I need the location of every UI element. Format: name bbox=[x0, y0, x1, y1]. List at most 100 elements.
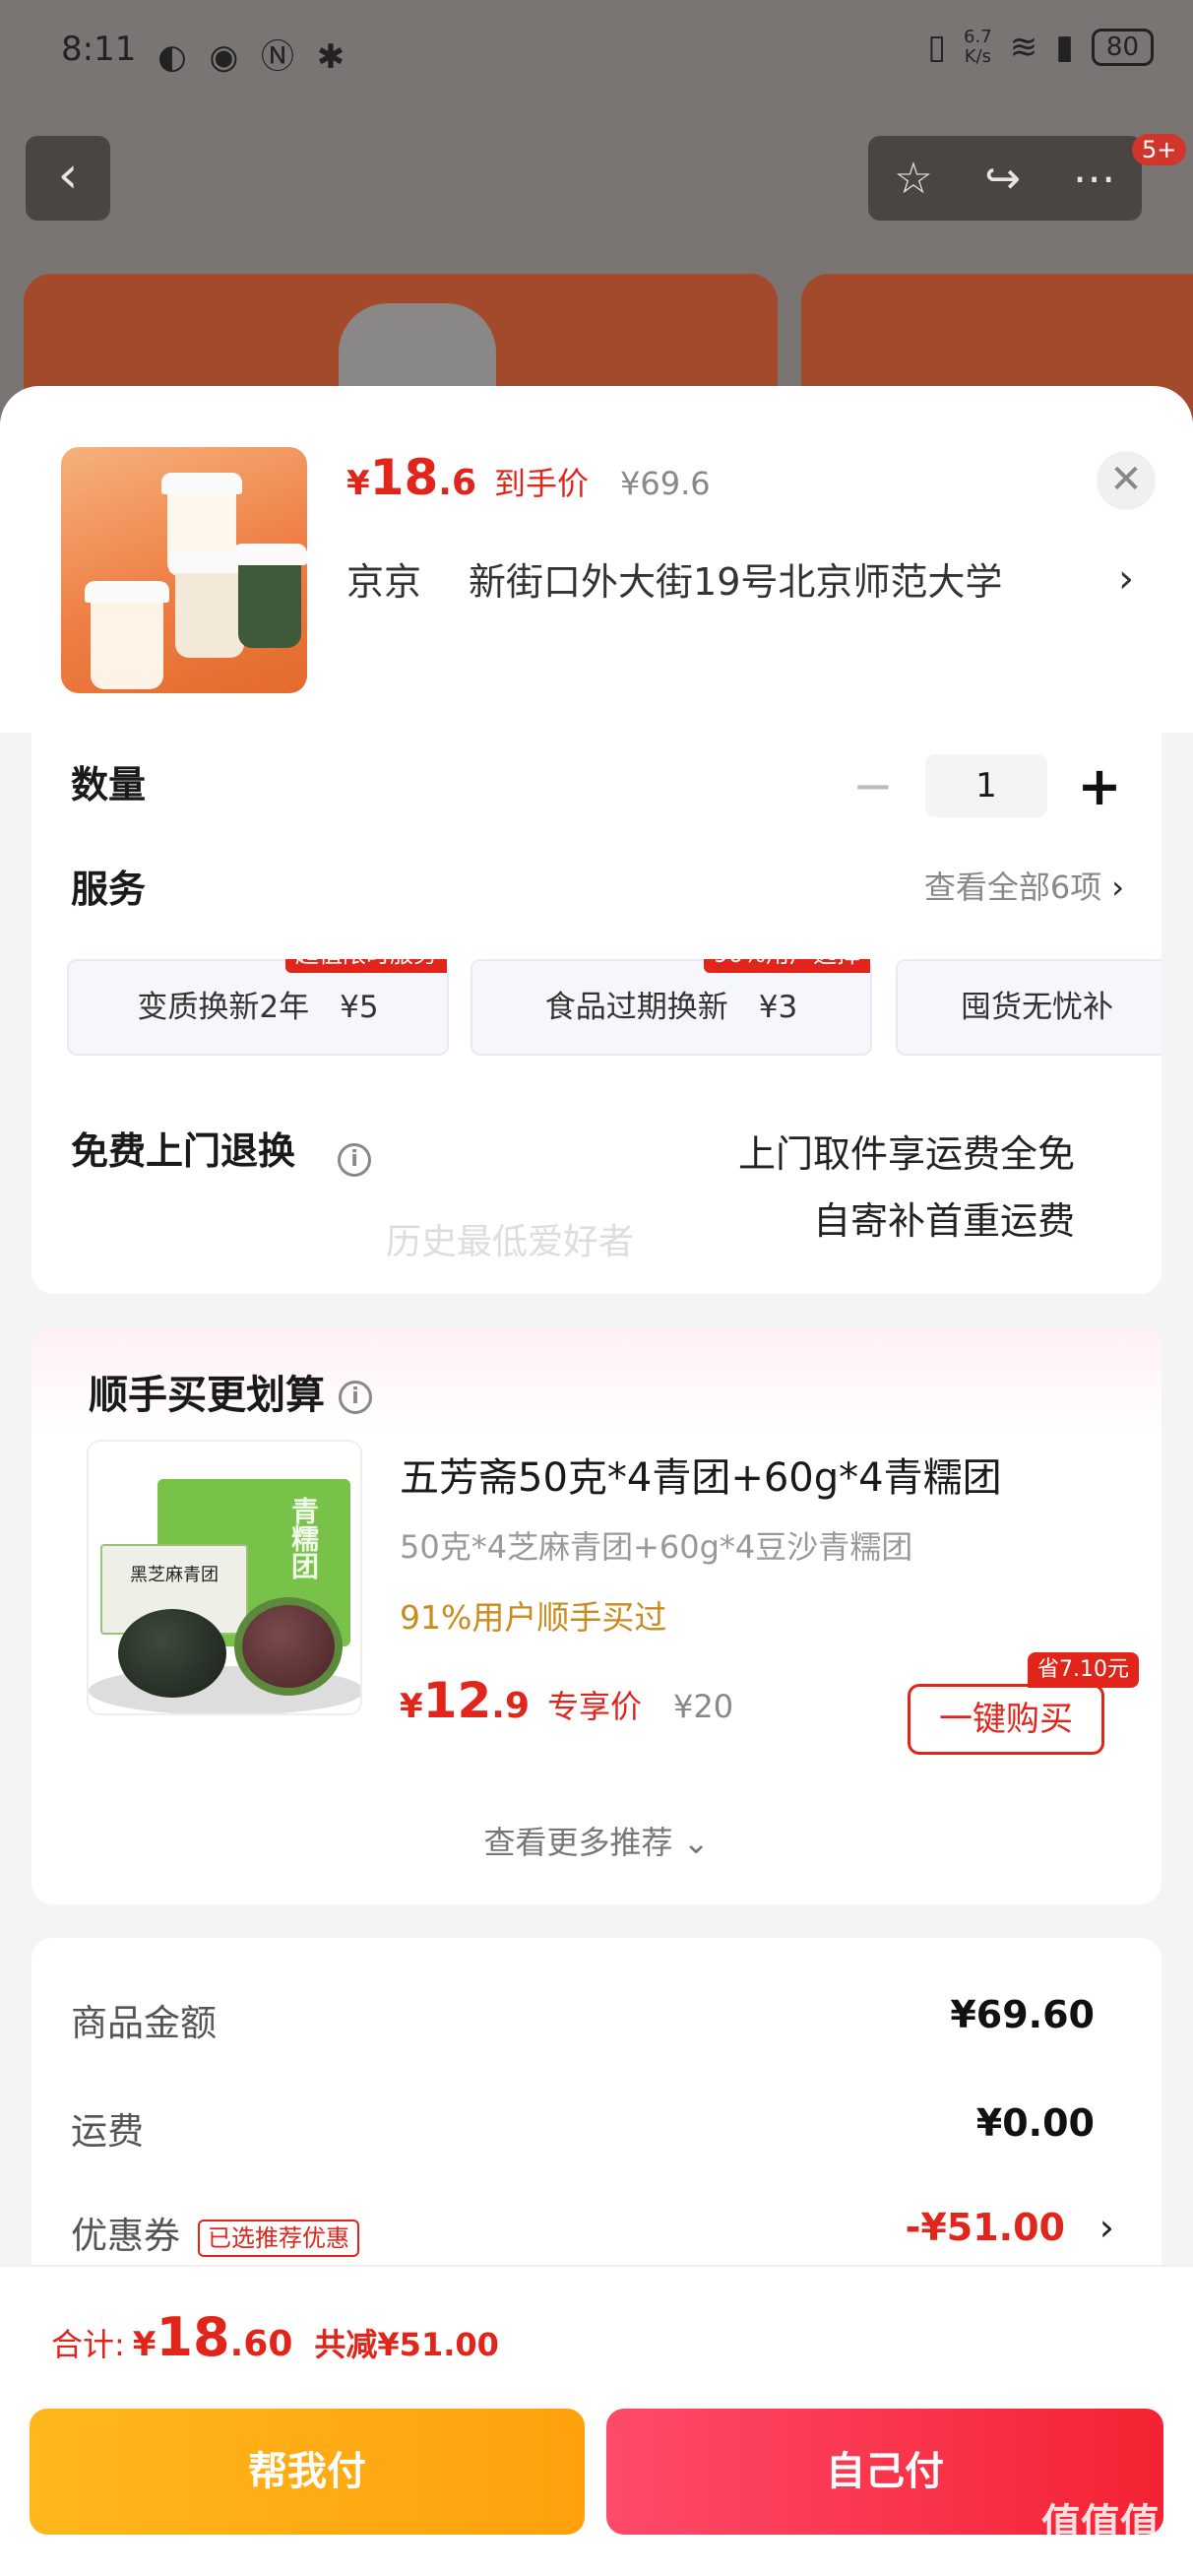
service-option-tag: 90%用户选择 bbox=[703, 959, 870, 973]
quantity-decrease-button[interactable]: − bbox=[848, 757, 898, 814]
price-label: 到手价 bbox=[494, 465, 590, 502]
address-name: 京京 bbox=[346, 560, 422, 604]
service-label: 服务 bbox=[71, 868, 147, 911]
status-notification-icons: ◐ ◉ Ⓝ ✱ bbox=[157, 37, 351, 77]
status-bar: 8:11 ◐ ◉ Ⓝ ✱ ▯ 6.7 K/s ≋ ▮ 80 bbox=[0, 0, 1193, 98]
quantity-label: 数量 bbox=[71, 763, 147, 806]
package-label: 青糯团 bbox=[287, 1497, 320, 1579]
service-options-list: 变质换新2年 ¥5 超值限时服务 食品过期换新 ¥3 90%用户选择 囤货无忧补 bbox=[67, 959, 1162, 1058]
red-bean-qingtuan-image bbox=[234, 1597, 343, 1696]
network-speed-unit: K/s bbox=[964, 46, 991, 67]
wifi-icon: ≋ bbox=[1009, 28, 1038, 67]
address-text: 新街口外大街19号北京师范大学 bbox=[469, 560, 1003, 604]
total-row: 合计: ¥18.60 共减¥51.00 bbox=[51, 2306, 499, 2368]
cup-image bbox=[85, 581, 169, 689]
more-recommendations-link[interactable]: 查看更多推荐 ⌄ bbox=[31, 1818, 1162, 1863]
alert-icon: ▮ bbox=[1055, 28, 1074, 67]
price-row: ¥18.6 到手价 ¥69.6 bbox=[346, 449, 711, 506]
service-option-tag: 超值限时服务 bbox=[285, 959, 447, 973]
service-option-label: 食品过期换新 ¥3 bbox=[544, 990, 798, 1025]
bundle-product-image[interactable]: 青糯团 黑芝麻青团 bbox=[87, 1440, 362, 1715]
close-icon: ✕ bbox=[1109, 457, 1143, 502]
free-return-details: 上门取件享运费全免 自寄补首重运费 bbox=[738, 1121, 1075, 1255]
coupon-value: -¥51.00 bbox=[905, 2206, 1065, 2249]
star-icon[interactable]: ☆ bbox=[894, 154, 932, 204]
price-int: 12 bbox=[422, 1672, 492, 1729]
back-button[interactable]: ‹ bbox=[26, 136, 110, 221]
save-amount-tag: 省7.10元 bbox=[1028, 1652, 1139, 1688]
total-dec: .60 bbox=[229, 2324, 293, 2364]
shipping-row: 运费 ¥0.00 bbox=[71, 2101, 1114, 2155]
bundle-card: 顺手买更划算 i 青糯团 黑芝麻青团 五芳斋50克*4青团+60g*4青糯团 50… bbox=[31, 1327, 1162, 1904]
bundle-price: ¥12.9 bbox=[400, 1672, 530, 1729]
shipping-value: ¥0.00 bbox=[975, 2101, 1095, 2145]
free-return-label: 免费上门退换 bbox=[71, 1129, 296, 1173]
info-icon[interactable]: i bbox=[338, 1142, 372, 1177]
coupon-tag: 已选推荐优惠 bbox=[198, 2219, 359, 2257]
bundle-product-spec: 50克*4芝麻青团+60g*4豆沙青糯团 bbox=[400, 1528, 913, 1566]
service-option-label: 变质换新2年 ¥5 bbox=[137, 990, 379, 1025]
quantity-increase-button[interactable]: + bbox=[1075, 755, 1124, 817]
final-price: ¥18.6 bbox=[346, 449, 476, 506]
price-dec: .6 bbox=[438, 463, 476, 503]
product-thumbnail bbox=[61, 447, 307, 693]
chevron-down-icon: ⌄ bbox=[682, 1824, 710, 1861]
chevron-left-icon: ‹ bbox=[57, 146, 79, 205]
bundle-title-text: 顺手买更划算 bbox=[89, 1373, 325, 1418]
sesame-qingtuan-image bbox=[118, 1609, 226, 1698]
watermark-text: 历史最低爱好者 bbox=[386, 1222, 635, 1262]
free-return-line-2: 自寄补首重运费 bbox=[812, 1199, 1075, 1243]
service-option[interactable]: 变质换新2年 ¥5 超值限时服务 bbox=[67, 959, 449, 1056]
close-button[interactable]: ✕ bbox=[1097, 451, 1156, 510]
more-recommendations-text: 查看更多推荐 bbox=[483, 1824, 673, 1861]
service-row: 服务 查看全部6项 › bbox=[71, 859, 1124, 918]
shipping-label: 运费 bbox=[71, 2110, 144, 2153]
service-option-label: 囤货无忧补 bbox=[961, 990, 1113, 1025]
coupon-label: 优惠券 bbox=[71, 2215, 180, 2257]
quantity-value[interactable]: 1 bbox=[925, 754, 1047, 817]
price-dec: .9 bbox=[491, 1686, 530, 1726]
info-icon[interactable]: i bbox=[339, 1381, 372, 1414]
bundle-original-price: ¥20 bbox=[673, 1688, 734, 1725]
bundle-price-row: ¥12.9 专享价 ¥20 bbox=[400, 1672, 733, 1729]
service-see-all-link[interactable]: 查看全部6项 › bbox=[924, 863, 1124, 908]
service-option[interactable]: 囤货无忧补 bbox=[896, 959, 1162, 1056]
cup-image bbox=[232, 544, 307, 648]
original-price: ¥69.6 bbox=[620, 465, 711, 502]
goods-amount-label: 商品金额 bbox=[71, 2002, 217, 2044]
free-return-line-1: 上门取件享运费全免 bbox=[737, 1132, 1075, 1176]
chevron-right-icon: › bbox=[1118, 555, 1134, 602]
bundle-title: 顺手买更划算 i bbox=[89, 1363, 372, 1420]
site-watermark-url: zhizhizhi.com bbox=[1043, 2544, 1163, 2565]
site-watermark-logo: 值值值 bbox=[1041, 2501, 1160, 2546]
bundle-product-name[interactable]: 五芳斋50克*4青团+60g*4青糯团 bbox=[400, 1446, 1002, 1503]
quantity-row: 数量 − 1 + bbox=[71, 754, 1124, 817]
address-selector[interactable]: 京京 新街口外大街19号北京师范大学 › bbox=[346, 551, 1134, 606]
total-savings: 共减¥51.00 bbox=[314, 2326, 499, 2363]
options-card: 数量 − 1 + 服务 查看全部6项› 变质换新2年 ¥5 超值限时服务 食品过… bbox=[31, 733, 1162, 1294]
purchase-sheet: ¥18.6 到手价 ¥69.6 ✕ 京京 新街口外大街19号北京师范大学 › 数… bbox=[0, 386, 1193, 2576]
bundle-price-label: 专享价 bbox=[547, 1688, 643, 1725]
coupon-row[interactable]: 优惠券 已选推荐优惠 -¥51.00 › bbox=[71, 2206, 1114, 2259]
goods-amount-row: 商品金额 ¥69.60 bbox=[71, 1993, 1114, 2046]
bundle-bought-rate: 91%用户顺手买过 bbox=[400, 1598, 667, 1637]
service-option[interactable]: 食品过期换新 ¥3 90%用户选择 bbox=[471, 959, 872, 1056]
one-click-buy-button[interactable]: 一键购买 bbox=[908, 1684, 1104, 1755]
price-yen: ¥ bbox=[346, 464, 370, 503]
status-right-icons: ▯ 6.7 K/s ≋ ▮ 80 bbox=[927, 28, 1154, 67]
quantity-stepper: − 1 + bbox=[848, 754, 1124, 817]
network-speed: 6.7 K/s bbox=[964, 28, 992, 67]
sheet-header: ¥18.6 到手价 ¥69.6 ✕ 京京 新街口外大街19号北京师范大学 › bbox=[0, 386, 1193, 733]
top-action-bar: ☆ ↪ ⋯ bbox=[868, 136, 1142, 221]
goods-amount-value: ¥69.60 bbox=[950, 1993, 1095, 2036]
total-label: 合计: bbox=[51, 2326, 125, 2363]
more-icon[interactable]: ⋯ bbox=[1073, 154, 1116, 204]
status-time: 8:11 bbox=[61, 30, 137, 69]
vibrate-icon: ▯ bbox=[927, 28, 947, 67]
checkout-footer: 合计: ¥18.60 共减¥51.00 帮我付 自己付 bbox=[0, 2265, 1193, 2576]
chevron-right-icon: › bbox=[1099, 2206, 1114, 2249]
network-speed-value: 6.7 bbox=[964, 27, 992, 47]
share-icon[interactable]: ↪ bbox=[984, 154, 1021, 204]
pay-for-me-button[interactable]: 帮我付 bbox=[30, 2409, 585, 2535]
total-yen: ¥ bbox=[132, 2325, 157, 2364]
